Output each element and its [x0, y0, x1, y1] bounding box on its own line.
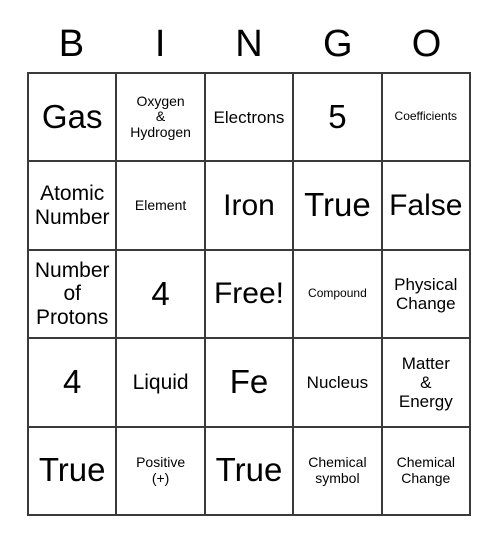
- header-letter-n: N: [235, 23, 263, 65]
- bingo-cell-b5[interactable]: True: [29, 427, 118, 516]
- bingo-cell-label: Positive (+): [136, 454, 186, 486]
- bingo-cell-g1[interactable]: 5: [294, 74, 383, 163]
- bingo-cell-i1[interactable]: Oxygen & Hydrogen: [117, 74, 206, 163]
- bingo-cell-o3[interactable]: Physical Change: [382, 250, 471, 340]
- bingo-card: B I N G O Gas Oxygen & Hydrogen Electron…: [0, 0, 500, 544]
- bingo-cell-g5[interactable]: Chemical symbol: [294, 427, 383, 516]
- bingo-cell-n2[interactable]: Iron: [205, 162, 295, 251]
- bingo-cell-label: Number of Protons: [34, 258, 110, 329]
- header-letter-i: I: [154, 23, 166, 65]
- bingo-cell-label: False: [389, 188, 463, 222]
- bingo-cell-label: Gas: [41, 97, 103, 135]
- bingo-cell-n5[interactable]: True: [205, 427, 295, 516]
- bingo-cell-label: 4: [63, 362, 82, 400]
- bingo-cell-label: Physical Change: [394, 274, 458, 313]
- bingo-cell-label: Chemical symbol: [308, 454, 367, 486]
- bingo-cell-o1[interactable]: Coefficients: [382, 74, 471, 163]
- bingo-cell-label: True: [38, 451, 106, 489]
- bingo-cell-b2[interactable]: Atomic Number: [29, 162, 118, 251]
- header-letter-o: O: [411, 23, 442, 65]
- bingo-cell-g2[interactable]: True: [294, 162, 383, 251]
- header-letter-g: G: [323, 23, 353, 65]
- bingo-cell-b1[interactable]: Gas: [29, 74, 118, 163]
- bingo-cell-free-space[interactable]: Free!: [205, 250, 295, 340]
- bingo-cell-b3[interactable]: Number of Protons: [29, 250, 118, 340]
- bingo-cell-b4[interactable]: 4: [29, 339, 118, 428]
- bingo-cell-n4[interactable]: Fe: [205, 339, 295, 428]
- bingo-cell-label: Iron: [223, 188, 275, 222]
- bingo-cell-label: Element: [134, 196, 187, 213]
- bingo-cell-g3[interactable]: Compound: [294, 250, 383, 340]
- bingo-cell-o4[interactable]: Matter & Energy: [382, 339, 471, 428]
- bingo-cell-label: True: [304, 186, 371, 224]
- bingo-cell-i3[interactable]: 4: [117, 250, 206, 340]
- bingo-cell-label: Matter & Energy: [398, 353, 453, 411]
- bingo-cell-label: Coefficients: [394, 109, 458, 124]
- bingo-cell-label: Free!: [213, 277, 284, 311]
- bingo-cell-n1[interactable]: Electrons: [205, 74, 295, 163]
- bingo-cell-label: 4: [151, 274, 170, 312]
- bingo-cell-label: Liquid: [132, 370, 189, 394]
- bingo-cell-label: Oxygen & Hydrogen: [130, 92, 191, 141]
- bingo-cell-label: 5: [328, 97, 347, 135]
- bingo-cell-o2[interactable]: False: [382, 162, 471, 251]
- bingo-cell-i4[interactable]: Liquid: [117, 339, 206, 428]
- bingo-cell-label: Nucleus: [306, 372, 369, 392]
- bingo-cell-i5[interactable]: Positive (+): [117, 427, 206, 516]
- bingo-grid: Gas Oxygen & Hydrogen Electrons 5 Coeffi…: [27, 72, 471, 516]
- bingo-header-row: B I N G O: [27, 18, 471, 70]
- bingo-cell-label: Compound: [308, 286, 367, 301]
- bingo-cell-label: Atomic Number: [34, 182, 110, 229]
- bingo-cell-i2[interactable]: Element: [117, 162, 206, 251]
- bingo-cell-label: Chemical Change: [396, 454, 455, 486]
- bingo-cell-g4[interactable]: Nucleus: [294, 339, 383, 428]
- bingo-cell-label: True: [215, 451, 283, 489]
- header-letter-b: B: [58, 23, 85, 65]
- bingo-cell-label: Electrons: [213, 107, 285, 127]
- bingo-cell-label: Fe: [229, 362, 269, 400]
- bingo-cell-o5[interactable]: Chemical Change: [382, 427, 471, 516]
